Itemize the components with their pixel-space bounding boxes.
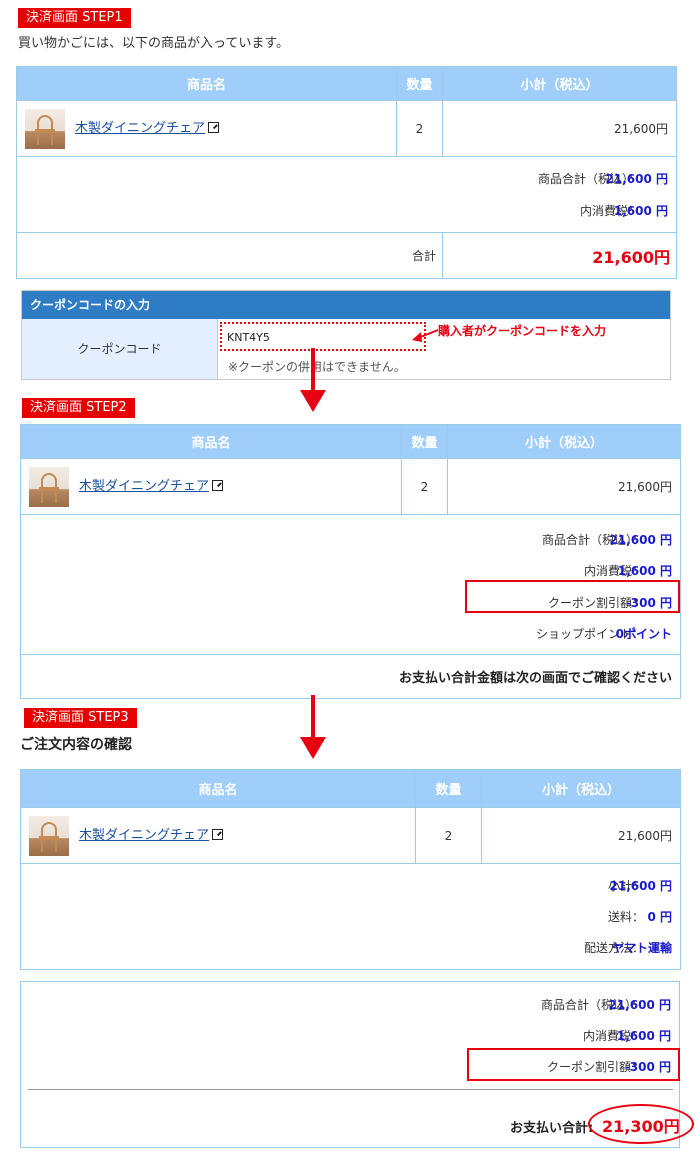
item-quantity: 2 <box>396 100 443 157</box>
coupon-discount-highlight <box>465 580 680 613</box>
down-arrow-icon <box>300 695 326 759</box>
confirm-message: お支払い合計金額は次の画面でご確認ください <box>20 654 681 699</box>
product-thumbnail[interactable] <box>25 108 65 149</box>
total-row: 合計 21,600円 <box>16 232 677 279</box>
col-header-product: 商品名 <box>20 769 416 808</box>
shipping-row: 小計： 21,600 円 送料： 0 円 配送方法： ヤマト運輸 <box>20 863 681 970</box>
down-arrow-icon <box>300 348 326 412</box>
coupon-annotation: 購入者がクーポンコードを入力 <box>438 324 607 338</box>
step2-badge: 決済画面 STEP2 <box>22 398 135 418</box>
col-header-product: 商品名 <box>16 66 397 101</box>
product-name: 木製ダイニングチェア <box>79 827 210 843</box>
step1-badge: 決済画面 STEP1 <box>18 8 131 28</box>
coupon-input-highlight <box>220 322 426 351</box>
shipping-cell: 小計： 21,600 円 送料： 0 円 配送方法： ヤマト運輸 <box>20 863 681 970</box>
item-subtotal: 21,600円 <box>442 100 677 157</box>
summary-value-goods-total: 21,600 円 <box>608 998 672 1012</box>
product-name: 木製ダイニングチェア <box>75 120 206 136</box>
table-header-row: 商品名 数量 小計（税込） <box>20 424 681 459</box>
annotation-arrow-icon <box>412 329 439 342</box>
item-quantity: 2 <box>415 807 482 864</box>
shipping-label-fee: 送料： <box>607 910 644 924</box>
summary-value-shop-points: 0ポイント <box>615 627 672 641</box>
order-confirm-heading: ご注文内容の確認 <box>20 737 132 753</box>
coupon-code-label: クーポンコード <box>22 319 218 379</box>
external-link-icon <box>212 479 224 491</box>
product-link[interactable]: 木製ダイニングチェア <box>75 120 220 138</box>
item-quantity: 2 <box>401 458 448 515</box>
table-header-row: 商品名 数量 小計（税込） <box>16 66 677 101</box>
cart-intro-text: 買い物かごには、以下の商品が入っています。 <box>18 36 290 51</box>
col-header-subtotal: 小計（税込） <box>442 66 677 101</box>
step2-cart-table: 商品名 数量 小計（税込） 木製ダイニングチェア 2 21,600円 商品合計（… <box>20 424 681 699</box>
summary-cell: 商品合計（税込）： 21,600 円 内消費税： 1,600 円 <box>16 156 677 233</box>
product-cell: 木製ダイニングチェア <box>20 458 402 515</box>
coupon-panel-header: クーポンコードの入力 <box>22 291 670 319</box>
product-link[interactable]: 木製ダイニングチェア <box>79 827 224 845</box>
step1-cart-table: 商品名 数量 小計（税込） 木製ダイニングチェア 2 21,600円 商品合計（… <box>16 66 677 279</box>
item-subtotal: 21,600円 <box>481 807 681 864</box>
total-value: 21,600円 <box>442 232 677 279</box>
table-row: 木製ダイニングチェア 2 21,600円 <box>20 807 681 864</box>
col-header-qty: 数量 <box>396 66 443 101</box>
col-header-qty: 数量 <box>401 424 448 459</box>
col-header-qty: 数量 <box>415 769 482 808</box>
product-thumbnail[interactable] <box>29 815 69 856</box>
summary-value-tax: 1,600 円 <box>613 204 668 218</box>
shipping-value-fee: 0 円 <box>647 910 672 924</box>
external-link-icon <box>208 121 220 133</box>
total-label: 合計 <box>16 232 443 279</box>
external-link-icon <box>212 828 224 840</box>
shipping-value-subtotal: 21,600 円 <box>609 879 673 893</box>
table-header-row: 商品名 数量 小計（税込） <box>20 769 681 808</box>
table-row: 木製ダイニングチェア 2 21,600円 <box>20 458 681 515</box>
summary-divider <box>28 1089 673 1090</box>
summary-value-goods-total: 21,600 円 <box>605 172 669 186</box>
payment-total-label: お支払い合計: <box>510 1121 594 1136</box>
col-header-product: 商品名 <box>20 424 402 459</box>
table-row: 木製ダイニングチェア 2 21,600円 <box>16 100 677 157</box>
item-subtotal: 21,600円 <box>447 458 681 515</box>
step3-cart-table: 商品名 数量 小計（税込） 木製ダイニングチェア 2 21,600円 小計： 2… <box>20 769 681 970</box>
product-cell: 木製ダイニングチェア <box>16 100 397 157</box>
product-link[interactable]: 木製ダイニングチェア <box>79 478 224 496</box>
summary-row: 商品合計（税込）： 21,600 円 内消費税： 1,600 円 <box>16 156 677 233</box>
step3-badge: 決済画面 STEP3 <box>24 708 137 728</box>
shipping-value-method: ヤマト運輸 <box>611 941 672 955</box>
col-header-subtotal: 小計（税込） <box>481 769 681 808</box>
summary-value-tax: 1,600 円 <box>617 564 672 578</box>
payment-total-highlight <box>588 1104 694 1144</box>
summary-value-tax: 1,600 円 <box>616 1029 671 1043</box>
coupon-discount-highlight <box>467 1048 680 1081</box>
product-cell: 木製ダイニングチェア <box>20 807 416 864</box>
product-thumbnail[interactable] <box>29 466 69 507</box>
summary-value-goods-total: 21,600 円 <box>609 533 673 547</box>
confirm-row: お支払い合計金額は次の画面でご確認ください <box>20 654 681 699</box>
col-header-subtotal: 小計（税込） <box>447 424 681 459</box>
product-name: 木製ダイニングチェア <box>79 478 210 494</box>
